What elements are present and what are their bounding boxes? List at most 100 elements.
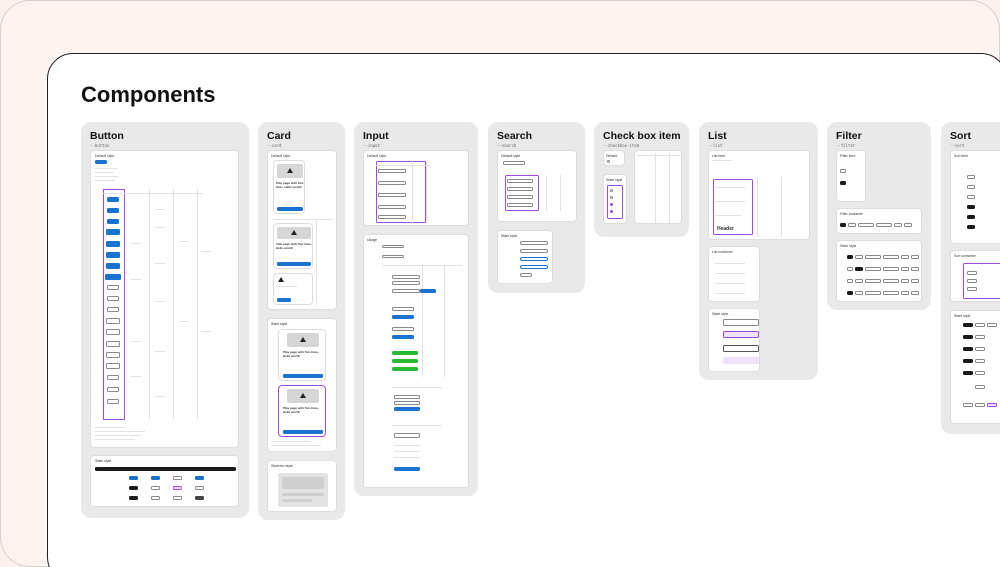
search-input[interactable] bbox=[520, 257, 548, 261]
sort-option[interactable] bbox=[967, 271, 977, 275]
filter-chip[interactable] bbox=[865, 255, 881, 259]
input-field[interactable] bbox=[378, 169, 406, 173]
filter-chip[interactable] bbox=[911, 291, 919, 295]
sort-option[interactable] bbox=[963, 359, 973, 363]
sort-option[interactable] bbox=[975, 323, 985, 327]
sample-button[interactable] bbox=[95, 160, 107, 164]
filter-chip[interactable] bbox=[855, 267, 863, 271]
filter-chip[interactable] bbox=[858, 223, 874, 227]
sort-option[interactable] bbox=[963, 323, 973, 327]
filter-chip[interactable] bbox=[883, 279, 899, 283]
filter-chip[interactable] bbox=[901, 291, 909, 295]
state-button[interactable] bbox=[195, 486, 204, 490]
filter-chip[interactable] bbox=[883, 255, 899, 259]
sort-option[interactable] bbox=[967, 279, 977, 283]
sort-option[interactable] bbox=[967, 215, 975, 219]
button-variant[interactable] bbox=[106, 229, 120, 235]
filter-chip[interactable] bbox=[840, 169, 846, 173]
filter-chip[interactable] bbox=[901, 255, 909, 259]
search-input[interactable] bbox=[520, 249, 548, 253]
sort-option[interactable] bbox=[975, 371, 985, 375]
button-variant[interactable] bbox=[107, 296, 119, 301]
card-button[interactable] bbox=[277, 298, 291, 302]
sort-option[interactable] bbox=[963, 403, 973, 407]
list-item[interactable] bbox=[723, 357, 759, 364]
filter-chip[interactable] bbox=[894, 223, 902, 227]
input-submit[interactable] bbox=[394, 467, 420, 471]
sort-option[interactable] bbox=[967, 175, 975, 179]
state-button[interactable] bbox=[129, 496, 138, 500]
filter-chip[interactable] bbox=[840, 181, 846, 185]
state-button[interactable] bbox=[151, 486, 160, 490]
button-variant[interactable] bbox=[107, 208, 119, 213]
input-field[interactable] bbox=[394, 433, 420, 438]
list-item[interactable] bbox=[723, 319, 759, 326]
state-button[interactable] bbox=[151, 496, 160, 500]
button-variant[interactable] bbox=[107, 197, 119, 202]
input-field[interactable] bbox=[378, 181, 406, 185]
input-field[interactable] bbox=[382, 245, 404, 248]
card-button[interactable] bbox=[283, 374, 323, 378]
search-input[interactable] bbox=[503, 161, 525, 165]
card-sample[interactable]: Play page with Two lines, Hello world! bbox=[273, 160, 305, 214]
sort-option[interactable] bbox=[975, 359, 985, 363]
filter-chip[interactable] bbox=[883, 267, 899, 271]
card-button[interactable] bbox=[283, 430, 323, 434]
card-button[interactable] bbox=[277, 262, 311, 266]
sort-option[interactable] bbox=[975, 385, 985, 389]
filter-chip[interactable] bbox=[847, 267, 853, 271]
filter-chip[interactable] bbox=[901, 279, 909, 283]
state-button[interactable] bbox=[173, 486, 182, 490]
card-sample[interactable]: Title page with Two lines, Hello world! bbox=[273, 223, 313, 269]
input-field[interactable] bbox=[378, 205, 406, 209]
filter-chip[interactable] bbox=[876, 223, 892, 227]
card-button[interactable] bbox=[277, 207, 303, 211]
filter-chip[interactable] bbox=[847, 279, 853, 283]
sort-option[interactable] bbox=[963, 371, 973, 375]
checkbox[interactable] bbox=[610, 196, 613, 199]
filter-chip[interactable] bbox=[865, 291, 881, 295]
search-input[interactable] bbox=[507, 179, 533, 183]
button-variant[interactable] bbox=[107, 307, 119, 312]
button-variant[interactable] bbox=[107, 219, 119, 224]
input-field[interactable] bbox=[378, 193, 406, 197]
sort-option[interactable] bbox=[967, 185, 975, 189]
filter-chip[interactable] bbox=[855, 255, 863, 259]
list-item[interactable] bbox=[723, 345, 759, 352]
checkbox[interactable] bbox=[610, 203, 613, 206]
filter-chip[interactable] bbox=[855, 291, 863, 295]
input-submit[interactable] bbox=[392, 315, 414, 319]
sort-option[interactable] bbox=[987, 323, 997, 327]
filter-chip[interactable] bbox=[911, 279, 919, 283]
list-item[interactable] bbox=[723, 331, 759, 338]
filter-chip[interactable] bbox=[847, 291, 853, 295]
sort-option[interactable] bbox=[967, 225, 975, 229]
search-input[interactable] bbox=[507, 195, 533, 199]
input-field[interactable] bbox=[392, 281, 420, 285]
checkbox[interactable] bbox=[610, 189, 613, 192]
checkbox[interactable] bbox=[607, 160, 610, 163]
state-button[interactable] bbox=[173, 496, 182, 500]
button-variant[interactable] bbox=[106, 241, 120, 247]
state-button[interactable] bbox=[151, 476, 160, 480]
state-button[interactable] bbox=[129, 476, 138, 480]
button-variant[interactable] bbox=[107, 375, 119, 380]
filter-chip[interactable] bbox=[883, 291, 899, 295]
button-variant[interactable] bbox=[107, 399, 119, 404]
input-submit[interactable] bbox=[392, 335, 414, 339]
input-field[interactable] bbox=[392, 327, 414, 331]
filter-chip[interactable] bbox=[904, 223, 912, 227]
filter-chip[interactable] bbox=[855, 279, 863, 283]
input-submit[interactable] bbox=[420, 289, 436, 293]
checkbox[interactable] bbox=[610, 210, 613, 213]
card-sample[interactable] bbox=[273, 273, 313, 305]
sort-option[interactable] bbox=[987, 403, 997, 407]
state-button[interactable] bbox=[129, 486, 138, 490]
card-sample[interactable]: Play page with Two lines, Hello world! bbox=[278, 385, 326, 437]
button-variant[interactable] bbox=[107, 387, 119, 392]
input-field[interactable] bbox=[392, 307, 414, 311]
filter-chip[interactable] bbox=[848, 223, 856, 227]
search-input[interactable] bbox=[520, 265, 548, 269]
filter-chip[interactable] bbox=[865, 267, 881, 271]
button-variant[interactable] bbox=[106, 341, 120, 347]
